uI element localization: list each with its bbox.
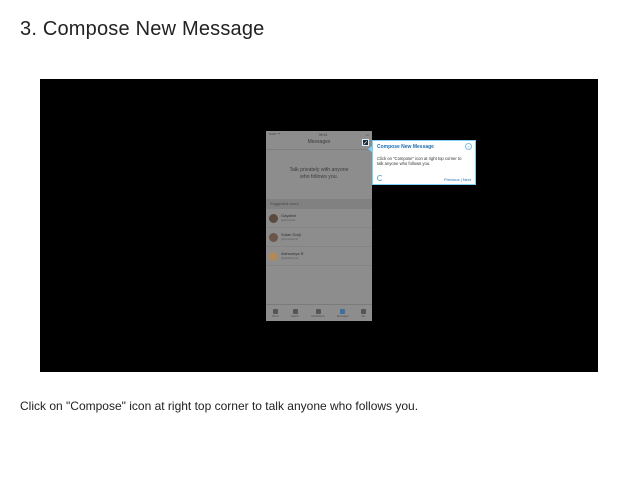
spinner-icon [377, 175, 383, 181]
status-carrier: •••••• ᯤ [269, 132, 281, 136]
nav-bar: Messages [266, 138, 372, 150]
user-handle: @aishwaryar [281, 255, 299, 260]
walkthrough-tooltip: Compose New Message × Click on "Compose"… [368, 140, 476, 185]
tab-messages[interactable]: Messages [337, 308, 349, 318]
profile-icon [360, 308, 366, 314]
tab-search[interactable]: Search [291, 308, 299, 318]
empty-state-text: Talk privately with anyone who follows y… [289, 167, 349, 180]
tooltip-nav-links[interactable]: Previous | Next [444, 177, 471, 182]
search-icon [292, 308, 298, 314]
home-icon [272, 308, 278, 314]
nav-title: Messages [307, 139, 331, 145]
avatar [269, 251, 278, 261]
tab-label: Messages [337, 314, 349, 318]
tab-label: Me [361, 314, 366, 318]
user-row[interactable]: Sutan Dorji @sutandorjii [266, 228, 372, 247]
tab-label: Search [291, 314, 299, 318]
user-row[interactable]: Gayathri @shrisofia [266, 209, 372, 228]
status-bar: •••••• ᯤ 09:41 ▭ [266, 131, 372, 138]
tab-bar: Home Search Notifications Messages Me [266, 304, 372, 321]
tab-me[interactable]: Me [360, 308, 366, 318]
avatar [269, 232, 278, 242]
battery-icon: ▭ [365, 132, 369, 137]
phone-screen: •••••• ᯤ 09:41 ▭ Messages Talk privately… [266, 131, 372, 321]
user-handle: @shrisofia [281, 217, 296, 222]
messages-icon [340, 308, 346, 314]
slide-title: 3. Compose New Message [20, 18, 265, 40]
user-row[interactable]: Aishwarya R @aishwaryar [266, 247, 372, 266]
tab-home[interactable]: Home [272, 308, 279, 318]
tab-label: Notifications [311, 314, 325, 318]
slide-caption: Click on "Compose" icon at right top cor… [20, 399, 419, 413]
tab-notifications[interactable]: Notifications [311, 308, 325, 318]
tab-label: Home [272, 314, 279, 318]
status-time: 09:41 [318, 132, 328, 137]
tooltip-body: Click on "Compose" icon at right top cor… [377, 156, 462, 167]
close-icon[interactable]: × [465, 143, 472, 150]
notifications-icon [315, 308, 321, 314]
tooltip-title: Compose New Message [377, 144, 434, 150]
suggested-users-header: Suggested users [266, 199, 372, 209]
avatar [269, 213, 278, 223]
user-handle: @sutandorjii [281, 236, 298, 241]
